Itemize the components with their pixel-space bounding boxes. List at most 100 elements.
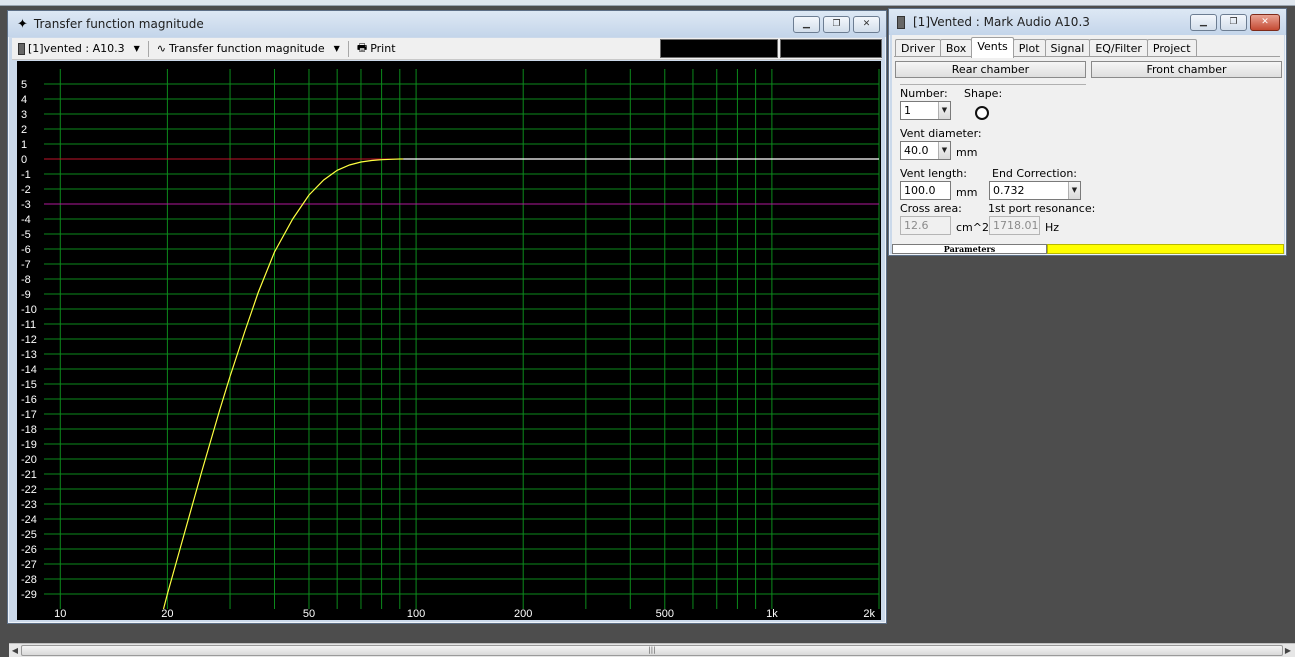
vent-length-input[interactable]: 100.0	[900, 181, 951, 200]
tab-divider	[894, 56, 1280, 57]
y-tick-label: 5	[21, 79, 27, 91]
end-correction-value: 0.732	[993, 184, 1025, 197]
y-tick-label: -9	[21, 289, 31, 301]
y-tick-label: -17	[21, 409, 37, 421]
restore-button[interactable]: ❐	[1220, 14, 1247, 31]
transfer-function-plot[interactable]: 5 4 3 2 1 0 -1 -2 -3 -4 -5 -6 -7 -8 -9 -10 -11 -12 -13 -14-…	[17, 61, 881, 620]
chevron-down-icon: ▼	[938, 102, 950, 119]
rear-chamber-button[interactable]: Rear chamber	[895, 61, 1086, 78]
y-tick-label: -27	[21, 559, 37, 571]
minimize-button[interactable]: ▁	[793, 16, 820, 33]
shape-label: Shape:	[964, 87, 1003, 100]
parameters-panel: Driver Box Vents Plot Signal EQ/Filter P…	[892, 35, 1284, 254]
chevron-down-icon: ▼	[133, 44, 140, 53]
cross-area-label: Cross area:	[900, 202, 962, 215]
toolbar-separator	[147, 40, 149, 57]
port-resonance-value: 1718.01	[993, 219, 1039, 232]
chevron-down-icon: ▼	[938, 142, 950, 159]
close-button[interactable]: ✕	[1250, 14, 1280, 31]
vent-diameter-select[interactable]: 40.0 ▼	[900, 141, 951, 160]
restore-icon: ❐	[1229, 17, 1238, 27]
close-icon: ✕	[862, 19, 871, 29]
y-tick-label: -1	[21, 169, 31, 181]
close-button[interactable]: ✕	[853, 16, 880, 33]
x-tick-label: 10	[54, 608, 66, 620]
project-select[interactable]: [1]vented : A10.3 ▼	[12, 39, 146, 59]
y-tick-label: -13	[21, 349, 37, 361]
chevron-down-icon: ▼	[333, 44, 340, 53]
y-tick-label: 4	[21, 94, 27, 106]
chart-svg: 543210-1-2-3-4-5-6-7-8-9-10-11-12-13-14-…	[21, 69, 880, 620]
end-correction-select[interactable]: 0.732 ▼	[989, 181, 1081, 200]
tab-strip: Driver Box Vents Plot Signal EQ/Filter P…	[895, 37, 1197, 58]
x-tick-label: 200	[514, 608, 532, 620]
scrollbar-thumb[interactable]: |||	[21, 645, 1283, 656]
app-icon: ✦	[17, 16, 28, 32]
minimize-icon: ▁	[1200, 17, 1207, 27]
parent-window-edge	[0, 0, 1295, 6]
y-tick-label: -5	[21, 229, 31, 241]
scroll-right-icon[interactable]: ▶	[1283, 645, 1293, 656]
print-button[interactable]: 🖶 Print	[351, 39, 402, 59]
y-tick-label: -12	[21, 334, 37, 346]
tab-project[interactable]: Project	[1146, 39, 1197, 57]
tab-vents[interactable]: Vents	[971, 37, 1014, 58]
port-resonance-unit: Hz	[1045, 221, 1060, 234]
vent-length-unit: mm	[956, 186, 978, 199]
port-resonance-label: 1st port resonance:	[988, 202, 1096, 215]
status-indicator	[1047, 244, 1284, 254]
tab-driver[interactable]: Driver	[895, 39, 941, 57]
vent-diameter-label: Vent diameter:	[900, 127, 982, 140]
graph-select-label: Transfer function magnitude	[169, 42, 325, 55]
y-tick-label: -20	[21, 454, 37, 466]
number-select[interactable]: 1 ▼	[900, 101, 951, 120]
vent-diameter-value: 40.0	[904, 144, 929, 157]
y-tick-label: -3	[21, 199, 31, 211]
y-tick-label: -16	[21, 394, 37, 406]
y-tick-label: -6	[21, 244, 31, 256]
x-tick-label: 500	[656, 608, 674, 620]
tab-plot[interactable]: Plot	[1012, 39, 1046, 57]
parameters-window-titlebar[interactable]: [1]Vented : Mark Audio A10.3 ▁ ❐ ✕	[889, 9, 1286, 35]
shape-circle-icon[interactable]	[975, 106, 989, 120]
y-tick-label: 2	[21, 124, 27, 136]
y-tick-label: -19	[21, 439, 37, 451]
x-tick-label: 2k	[863, 608, 875, 620]
y-tick-label: -22	[21, 484, 37, 496]
y-tick-label: 0	[21, 154, 27, 166]
parameters-statusbar: Parameters	[892, 244, 1284, 254]
front-chamber-button[interactable]: Front chamber	[1091, 61, 1282, 78]
number-label: Number:	[900, 87, 948, 100]
vent-length-value: 100.0	[904, 184, 936, 197]
tab-eq-filter[interactable]: EQ/Filter	[1089, 39, 1148, 57]
y-tick-label: -18	[21, 424, 37, 436]
scroll-left-icon[interactable]: ◀	[10, 645, 20, 656]
minimize-button[interactable]: ▁	[1190, 14, 1217, 31]
printer-icon: 🖶	[356, 41, 368, 54]
graph-toolbar: [1]vented : A10.3 ▼ ∿ Transfer function …	[12, 38, 882, 60]
cross-area-field: 12.6	[900, 216, 951, 235]
tab-box[interactable]: Box	[939, 39, 973, 57]
cursor-readout-box-2	[780, 39, 882, 58]
y-tick-label: -29	[21, 589, 37, 601]
tab-signal[interactable]: Signal	[1044, 39, 1091, 57]
chevron-down-icon: ▼	[1068, 182, 1080, 199]
speaker-icon	[18, 42, 25, 55]
y-tick-label: -28	[21, 574, 37, 586]
restore-button[interactable]: ❐	[823, 16, 850, 33]
y-tick-label: 3	[21, 109, 27, 121]
cross-area-unit: cm^2	[956, 221, 989, 234]
parameters-window-title: [1]Vented : Mark Audio A10.3	[913, 15, 1090, 29]
graph-select[interactable]: ∿ Transfer function magnitude ▼	[151, 39, 346, 59]
horizontal-scrollbar[interactable]: ◀ ||| ▶	[9, 643, 1295, 657]
y-tick-label: -26	[21, 544, 37, 556]
print-label: Print	[370, 42, 396, 55]
y-tick-label: -24	[21, 514, 37, 526]
transfer-window-titlebar[interactable]: ✦ Transfer function magnitude ▁ ❐ ✕	[8, 11, 886, 37]
restore-icon: ❐	[832, 19, 841, 29]
y-tick-label: -23	[21, 499, 37, 511]
y-tick-label: -4	[21, 214, 31, 226]
port-resonance-field: 1718.01	[989, 216, 1040, 235]
vent-diameter-unit: mm	[956, 146, 978, 159]
close-icon: ✕	[1261, 17, 1269, 27]
